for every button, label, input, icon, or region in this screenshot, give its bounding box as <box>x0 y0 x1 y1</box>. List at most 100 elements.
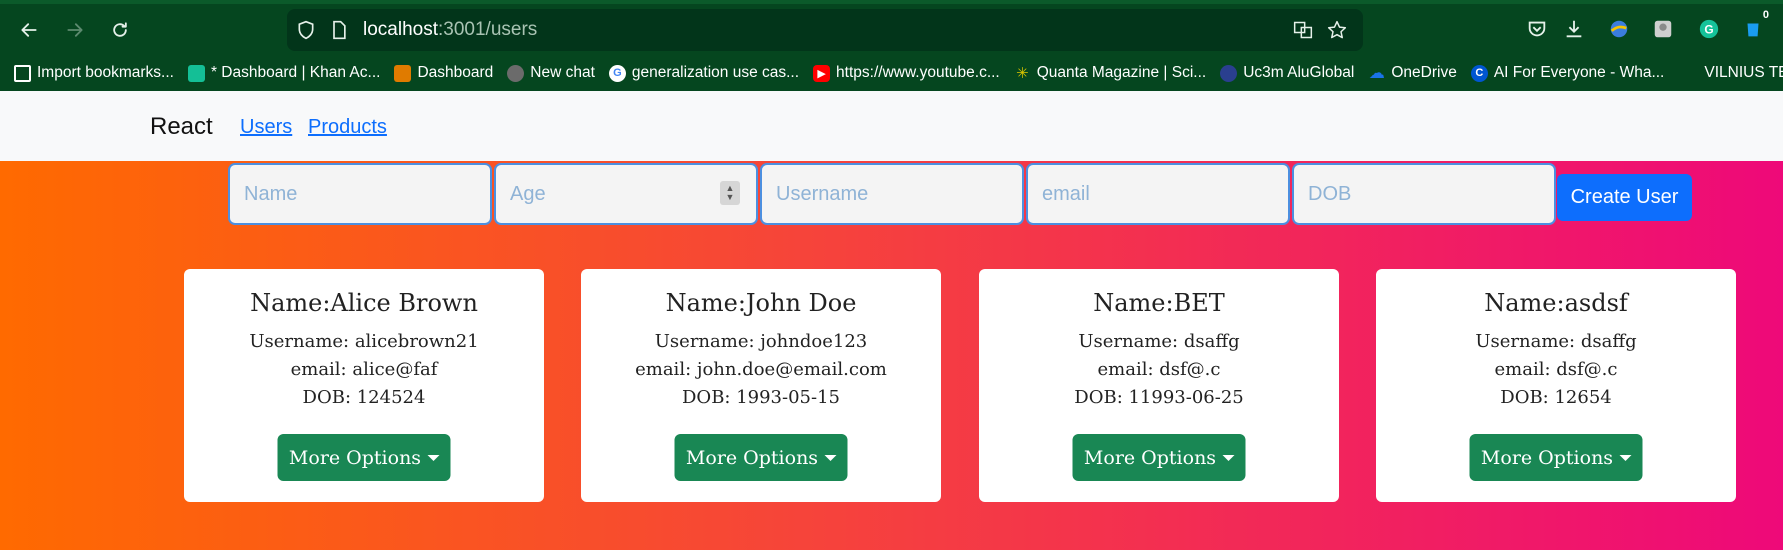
bookmark-item[interactable]: Dashboard <box>394 64 493 82</box>
user-username: Username: dsaffg <box>1475 331 1637 352</box>
bookmark-label: New chat <box>530 64 595 81</box>
bookmark-item[interactable]: New chat <box>507 64 595 82</box>
url-path: :3001/users <box>438 19 538 40</box>
app-navbar: React Users Products <box>0 91 1783 161</box>
youtube-icon: ▶ <box>813 64 831 82</box>
age-input[interactable] <box>494 163 758 225</box>
user-name: Name:John Doe <box>665 289 857 317</box>
nav-link-products[interactable]: Products <box>308 116 387 139</box>
bookmark-label: Quanta Magazine | Sci... <box>1036 64 1207 81</box>
google-icon: G <box>608 64 626 82</box>
more-options-button[interactable]: More Options <box>1469 434 1643 481</box>
create-user-button[interactable]: Create User <box>1557 174 1692 221</box>
quanta-icon: ✳ <box>1015 65 1029 82</box>
user-dob: DOB: 12654 <box>1500 387 1612 408</box>
bookmark-item[interactable]: Ggeneralization use cas... <box>608 64 800 82</box>
user-name: Name:BET <box>1093 289 1225 317</box>
user-dob: DOB: 11993-06-25 <box>1074 387 1244 408</box>
dob-input[interactable] <box>1292 163 1556 225</box>
more-options-button[interactable]: More Options <box>1072 434 1246 481</box>
more-options-button[interactable]: More Options <box>277 434 451 481</box>
more-options-label: More Options <box>288 446 422 469</box>
user-email: email: dsf@.c <box>1097 359 1221 380</box>
reload-button[interactable] <box>104 14 136 46</box>
user-card: Name:John Doe Username: johndoe123 email… <box>581 269 941 502</box>
navbar-brand[interactable]: React <box>150 113 213 141</box>
user-username: Username: johndoe123 <box>654 331 868 352</box>
onedrive-icon: ☁ <box>1368 65 1385 82</box>
chrome-top-border <box>0 0 1783 4</box>
bookmark-item[interactable]: Uc3m AluGlobal <box>1220 64 1354 82</box>
uc3m-icon <box>1220 64 1238 82</box>
forward-button[interactable] <box>59 14 91 46</box>
pocket-icon[interactable] <box>1524 16 1550 42</box>
extension-profile-icon[interactable] <box>1650 16 1676 42</box>
age-stepper[interactable]: ▲ ▼ <box>720 181 740 205</box>
bookmark-item[interactable]: C AI For Everyone - Wha... <box>1470 64 1665 82</box>
bookmark-label: generalization use cas... <box>631 64 800 81</box>
extension-globe-icon[interactable] <box>1606 16 1632 42</box>
back-arrow-icon <box>21 23 37 37</box>
caret-down-icon <box>824 454 837 461</box>
coursera-icon: C <box>1470 64 1488 82</box>
grammarly-icon[interactable]: G <box>1696 16 1722 42</box>
caret-down-icon <box>1619 454 1632 461</box>
shield-icon[interactable] <box>296 20 316 40</box>
translate-icon[interactable] <box>1293 20 1313 40</box>
bookmark-item[interactable]: * Dashboard | Khan Ac... <box>187 64 381 82</box>
url-text[interactable]: localhost:3001/users <box>363 19 537 41</box>
extension-badge-icon[interactable]: 0 <box>1740 9 1769 42</box>
bookmark-item[interactable]: ▶ https://www.youtube.c... <box>813 64 1000 82</box>
more-options-label: More Options <box>685 446 819 469</box>
email-input[interactable] <box>1026 163 1290 225</box>
caret-down-icon <box>427 454 440 461</box>
address-bar[interactable]: localhost:3001/users <box>287 9 1363 51</box>
url-host: localhost <box>363 19 438 40</box>
downloads-icon[interactable] <box>1561 16 1587 42</box>
name-input[interactable] <box>228 163 492 225</box>
caret-down-icon <box>1222 454 1235 461</box>
user-email: email: john.doe@email.com <box>635 359 887 380</box>
users-page: ▲▼ Create User Name:Alice Brown Username… <box>0 161 1783 550</box>
downloads-badge: 0 <box>1762 9 1769 21</box>
user-card: Name:asdsf Username: dsaffg email: dsf@.… <box>1376 269 1736 502</box>
svg-text:G: G <box>1704 23 1713 37</box>
chevron-down-icon: ▼ <box>725 192 735 202</box>
user-username: Username: dsaffg <box>1078 331 1240 352</box>
browser-chrome: localhost:3001/users G 0 Import bookmark… <box>0 0 1783 91</box>
username-input[interactable] <box>760 163 1024 225</box>
bookmark-item[interactable]: VILNIUS TECH V <box>1704 64 1783 82</box>
dashboard-icon <box>394 64 412 82</box>
bookmark-label: https://www.youtube.c... <box>836 64 1000 81</box>
user-email: email: alice@faf <box>290 359 438 380</box>
user-dob: DOB: 1993-05-15 <box>682 387 840 408</box>
bookmark-star-icon[interactable] <box>1327 20 1347 40</box>
forward-arrow-icon <box>67 23 83 37</box>
user-dob: DOB: 124524 <box>302 387 426 408</box>
bookmark-label: * Dashboard | Khan Ac... <box>210 64 381 81</box>
bookmarks-bar: Import bookmarks... * Dashboard | Khan A… <box>0 58 1783 88</box>
chatgpt-icon <box>507 64 525 82</box>
user-email: email: dsf@.c <box>1494 359 1618 380</box>
bookmark-item[interactable]: ✳ Quanta Magazine | Sci... <box>1014 64 1206 82</box>
user-username: Username: alicebrown21 <box>249 331 479 352</box>
back-button[interactable] <box>13 14 45 46</box>
bookmark-label: Dashboard <box>417 64 494 81</box>
bookmark-item[interactable]: ☁ OneDrive <box>1368 64 1457 82</box>
bookmark-label: AI For Everyone - Wha... <box>1493 64 1665 81</box>
page-info-icon[interactable] <box>329 20 349 40</box>
user-card: Name:Alice Brown Username: alicebrown21 … <box>184 269 544 502</box>
bookmark-label: VILNIUS TECH V <box>1704 64 1783 81</box>
reload-icon <box>113 22 127 37</box>
nav-link-users[interactable]: Users <box>240 116 292 139</box>
bookmark-label: OneDrive <box>1391 64 1457 81</box>
bookmark-label: Import bookmarks... <box>37 64 174 81</box>
khan-academy-icon <box>187 64 205 82</box>
user-name: Name:asdsf <box>1484 289 1628 317</box>
more-options-label: More Options <box>1083 446 1217 469</box>
user-name: Name:Alice Brown <box>250 289 478 317</box>
more-options-button[interactable]: More Options <box>674 434 848 481</box>
bookmark-label: Uc3m AluGlobal <box>1243 64 1355 81</box>
bookmark-item[interactable]: Import bookmarks... <box>14 64 174 82</box>
user-card: Name:BET Username: dsaffg email: dsf@.c … <box>979 269 1339 502</box>
